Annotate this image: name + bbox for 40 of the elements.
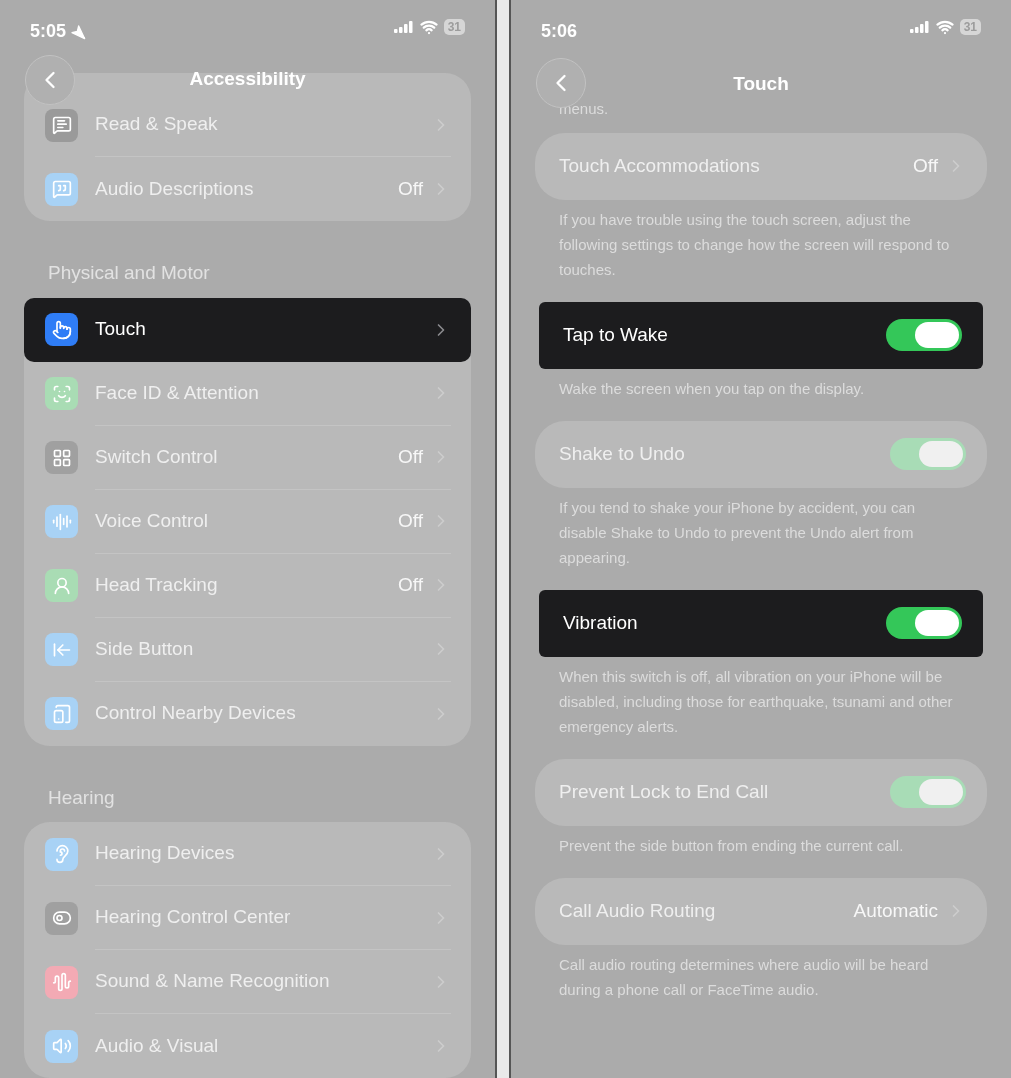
grid-icon <box>45 441 78 474</box>
row-value: Off <box>398 176 423 201</box>
toggle-switch[interactable] <box>890 438 966 470</box>
back-button[interactable] <box>536 58 586 108</box>
settings-row[interactable]: Tap to Wake <box>539 301 983 369</box>
row-label: Tap to Wake <box>563 322 669 347</box>
row-value: Off <box>398 508 423 533</box>
waveform-icon <box>45 965 78 999</box>
speech-bubble-icon <box>45 108 78 142</box>
row-value: Off <box>398 572 423 597</box>
row-value: Off <box>913 153 938 178</box>
sound-wave-icon <box>45 505 78 538</box>
row-label: Touch <box>95 317 147 342</box>
signal-icon <box>393 21 414 33</box>
row-value: Off <box>398 444 423 469</box>
wifi-icon <box>419 18 438 36</box>
toggle-icon <box>45 901 78 935</box>
location-arrow-icon <box>70 23 87 40</box>
wifi-icon <box>935 18 954 36</box>
status-time: 5:05 <box>30 20 67 43</box>
ear-icon <box>45 837 78 871</box>
row-label: Vibration <box>563 610 639 635</box>
face-scan-icon <box>45 377 78 410</box>
person-icon <box>45 569 78 602</box>
battery-indicator: 31 <box>443 19 465 35</box>
nav-title: Touch <box>733 71 789 96</box>
settings-row[interactable]: Vibration <box>539 589 983 657</box>
nav-title: Accessibility <box>189 66 306 91</box>
row-value: Automatic <box>853 898 938 923</box>
settings-row[interactable]: Touch <box>24 297 471 362</box>
status-time: 5:06 <box>541 20 578 43</box>
battery-indicator: 31 <box>959 19 981 35</box>
toggle-switch[interactable] <box>886 319 962 351</box>
pointing-hand-icon <box>45 313 78 346</box>
signal-icon <box>909 21 930 33</box>
quote-bubble-icon <box>45 172 78 206</box>
devices-icon <box>45 697 78 730</box>
toggle-switch[interactable] <box>890 776 966 808</box>
speaker-icon <box>45 1029 78 1063</box>
toggle-switch[interactable] <box>886 607 962 639</box>
